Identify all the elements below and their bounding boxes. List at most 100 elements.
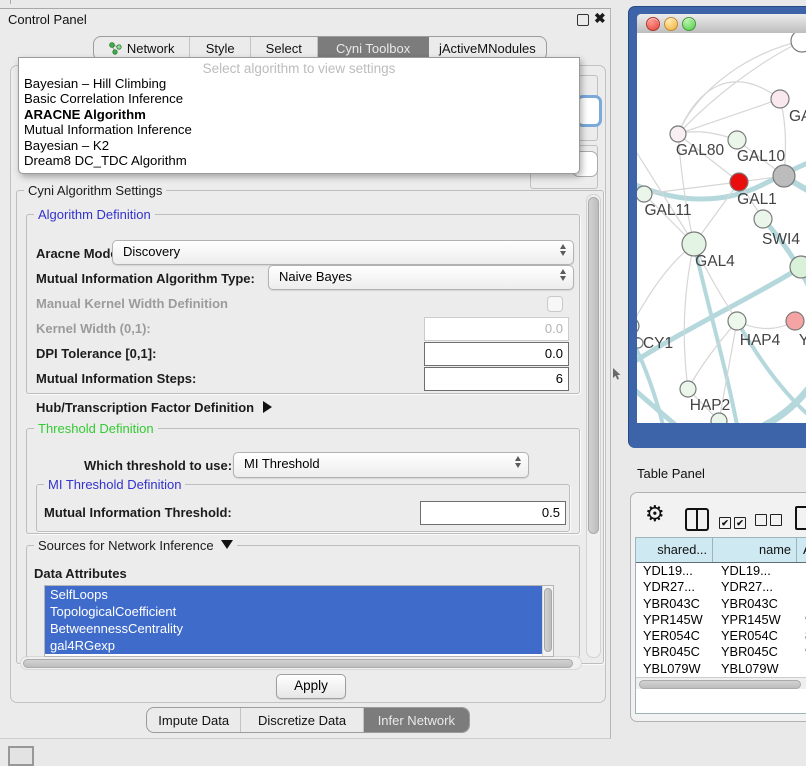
table-cell[interactable]: 9.	[799, 644, 806, 660]
table-cell[interactable]: YDL19...	[636, 563, 714, 579]
attribute-item-selfloops[interactable]: SelfLoops	[45, 586, 543, 603]
table-cell[interactable]: YER054C	[714, 628, 799, 644]
network-edge[interactable]	[678, 41, 802, 134]
network-node-gal80[interactable]	[670, 126, 686, 142]
table-cell[interactable]: YBL079W	[636, 661, 714, 677]
attributes-list-scrollbar[interactable]	[542, 586, 553, 656]
table-row[interactable]: YDR27...YDR27...12	[636, 579, 806, 595]
table-cell[interactable]: YDL19...	[714, 563, 799, 579]
column-header-name[interactable]: name	[713, 538, 797, 562]
attribute-item-betweennesscentrality[interactable]: BetweennessCentrality	[45, 620, 543, 637]
table-cell[interactable]: YBR043C	[636, 596, 714, 612]
table-cell[interactable]: YBR043C	[714, 596, 799, 612]
table-cell[interactable]: YPR145W	[714, 612, 799, 628]
aracne-mode-select[interactable]: Discovery	[112, 240, 574, 265]
network-edge[interactable]	[688, 321, 737, 389]
network-node[interactable]	[791, 33, 806, 52]
tab-discretize-data[interactable]: Discretize Data	[241, 708, 363, 732]
table-cell[interactable]: 8.	[799, 628, 806, 644]
network-edge[interactable]	[678, 99, 780, 134]
network-node-gal1[interactable]	[730, 173, 748, 191]
zoom-window-icon[interactable]	[682, 17, 696, 31]
aracne-mode-label: Aracne Mode:	[36, 246, 122, 261]
table-row[interactable]: YER054CYER054C8.	[636, 628, 806, 644]
export-table-icon[interactable]	[795, 506, 806, 530]
table-row[interactable]: YBL079WYBL079W	[636, 661, 806, 677]
float-panel-icon[interactable]	[577, 14, 589, 26]
deselect-all-columns-icon[interactable]	[755, 513, 785, 531]
kernel-width-field[interactable]: 0.0	[424, 317, 569, 341]
gear-icon[interactable]: ⚙	[645, 502, 665, 527]
network-edge[interactable]	[678, 41, 802, 134]
tab-impute-data[interactable]: Impute Data	[147, 708, 241, 732]
table-row[interactable]: YBR043CYBR043C	[636, 596, 806, 612]
settings-horizontal-scrollbar[interactable]	[20, 656, 582, 670]
network-edge[interactable]	[637, 244, 694, 326]
manual-kernel-width-checkbox[interactable]	[547, 296, 563, 312]
network-node-gal11[interactable]	[637, 186, 652, 202]
table-cell[interactable]: YDR27...	[714, 579, 799, 595]
hub-definition-toggle[interactable]: Hub/Transcription Factor Definition	[36, 399, 272, 417]
network-node-gcy1[interactable]	[637, 318, 639, 334]
table-cell[interactable]: 12	[799, 579, 806, 595]
mi-steps-field[interactable]: 6	[424, 367, 569, 391]
network-node-swi4[interactable]	[754, 210, 772, 228]
table-cell[interactable]: YBR045C	[714, 644, 799, 660]
network-edge[interactable]	[684, 244, 694, 389]
table-cell[interactable]: YER054C	[636, 628, 714, 644]
table-scrollbar-thumb[interactable]	[639, 680, 801, 689]
select-all-columns-icon[interactable]: ✔✔	[719, 513, 749, 531]
algorithm-option-mutual-information-inference[interactable]: Mutual Information Inference	[19, 122, 579, 137]
column-header-partial[interactable]: A	[797, 538, 806, 562]
network-node-gal[interactable]	[771, 90, 789, 108]
network-node-gal10[interactable]	[728, 131, 746, 149]
settings-horizontal-scrollbar-thumb[interactable]	[23, 659, 573, 668]
minimize-window-icon[interactable]	[664, 17, 678, 31]
network-node-hap2[interactable]	[680, 381, 696, 397]
table-cell[interactable]	[799, 661, 806, 677]
network-canvas[interactable]: GALGAL80GAL10GAL1GAL11SWI4GAL4GCY1HAP4YH…	[637, 33, 806, 423]
network-node[interactable]	[711, 413, 727, 423]
split-columns-icon[interactable]	[685, 508, 709, 531]
network-node-hap4[interactable]	[728, 312, 746, 330]
close-window-icon[interactable]	[646, 17, 660, 31]
table-row[interactable]: YDL19...YDL19...13	[636, 563, 806, 579]
settings-vertical-scrollbar[interactable]	[586, 194, 601, 658]
algorithm-option-dream8-dc-tdc-algorithm[interactable]: Dream8 DC_TDC Algorithm	[19, 153, 579, 168]
table-cell[interactable]: YBR045C	[636, 644, 714, 660]
table-cell[interactable]: YPR145W	[636, 612, 714, 628]
algorithm-option-bayesian-k2[interactable]: Bayesian – K2	[19, 138, 579, 153]
network-node[interactable]	[773, 165, 795, 187]
close-panel-icon[interactable]: ✖	[594, 10, 606, 27]
table-row[interactable]: YBR045CYBR045C9.	[636, 644, 806, 660]
table-cell[interactable]: YBL079W	[714, 661, 799, 677]
table-row[interactable]: YPR145WYPR145W9.	[636, 612, 806, 628]
algorithm-option-bayesian-hill-climbing[interactable]: Bayesian – Hill Climbing	[19, 76, 579, 91]
attribute-item-topologicalcoefficient[interactable]: TopologicalCoefficient	[45, 603, 543, 620]
algorithm-option-aracne-algorithm[interactable]: ARACNE Algorithm	[19, 107, 579, 122]
column-header-shared-name[interactable]: shared...	[636, 538, 713, 562]
table-cell[interactable]: YDR27...	[636, 579, 714, 595]
algorithm-option-basic-correlation-inference[interactable]: Basic Correlation Inference	[19, 91, 579, 106]
which-threshold-select[interactable]: MI Threshold	[233, 452, 529, 478]
network-edge-highlighted[interactable]	[763, 219, 806, 291]
attributes-scrollbar-thumb[interactable]	[544, 588, 552, 652]
attribute-item-gal4rgexp[interactable]: gal4RGexp	[45, 637, 543, 654]
network-node[interactable]	[637, 338, 643, 348]
dpi-tolerance-field[interactable]: 0.0	[424, 342, 569, 366]
network-node-y[interactable]	[786, 312, 804, 330]
sources-title-row[interactable]: Sources for Network Inference	[34, 538, 237, 553]
apply-button[interactable]: Apply	[276, 674, 346, 699]
settings-vertical-scrollbar-thumb[interactable]	[588, 197, 599, 534]
mi-threshold-field[interactable]: 0.5	[420, 501, 566, 525]
table-cell[interactable]: 9.	[799, 612, 806, 628]
network-node[interactable]	[790, 256, 806, 278]
minimized-panel-box[interactable]	[8, 746, 34, 766]
network-window-titlebar[interactable]	[637, 14, 806, 34]
table-cell[interactable]: 13	[799, 563, 806, 579]
table-cell[interactable]	[799, 596, 806, 612]
mi-algorithm-type-select[interactable]: Naive Bayes	[268, 265, 574, 290]
table-horizontal-scrollbar[interactable]	[636, 677, 806, 689]
data-attributes-list[interactable]: SelfLoopsTopologicalCoefficientBetweenne…	[44, 585, 554, 657]
tab-infer-network[interactable]: Infer Network	[364, 708, 469, 732]
